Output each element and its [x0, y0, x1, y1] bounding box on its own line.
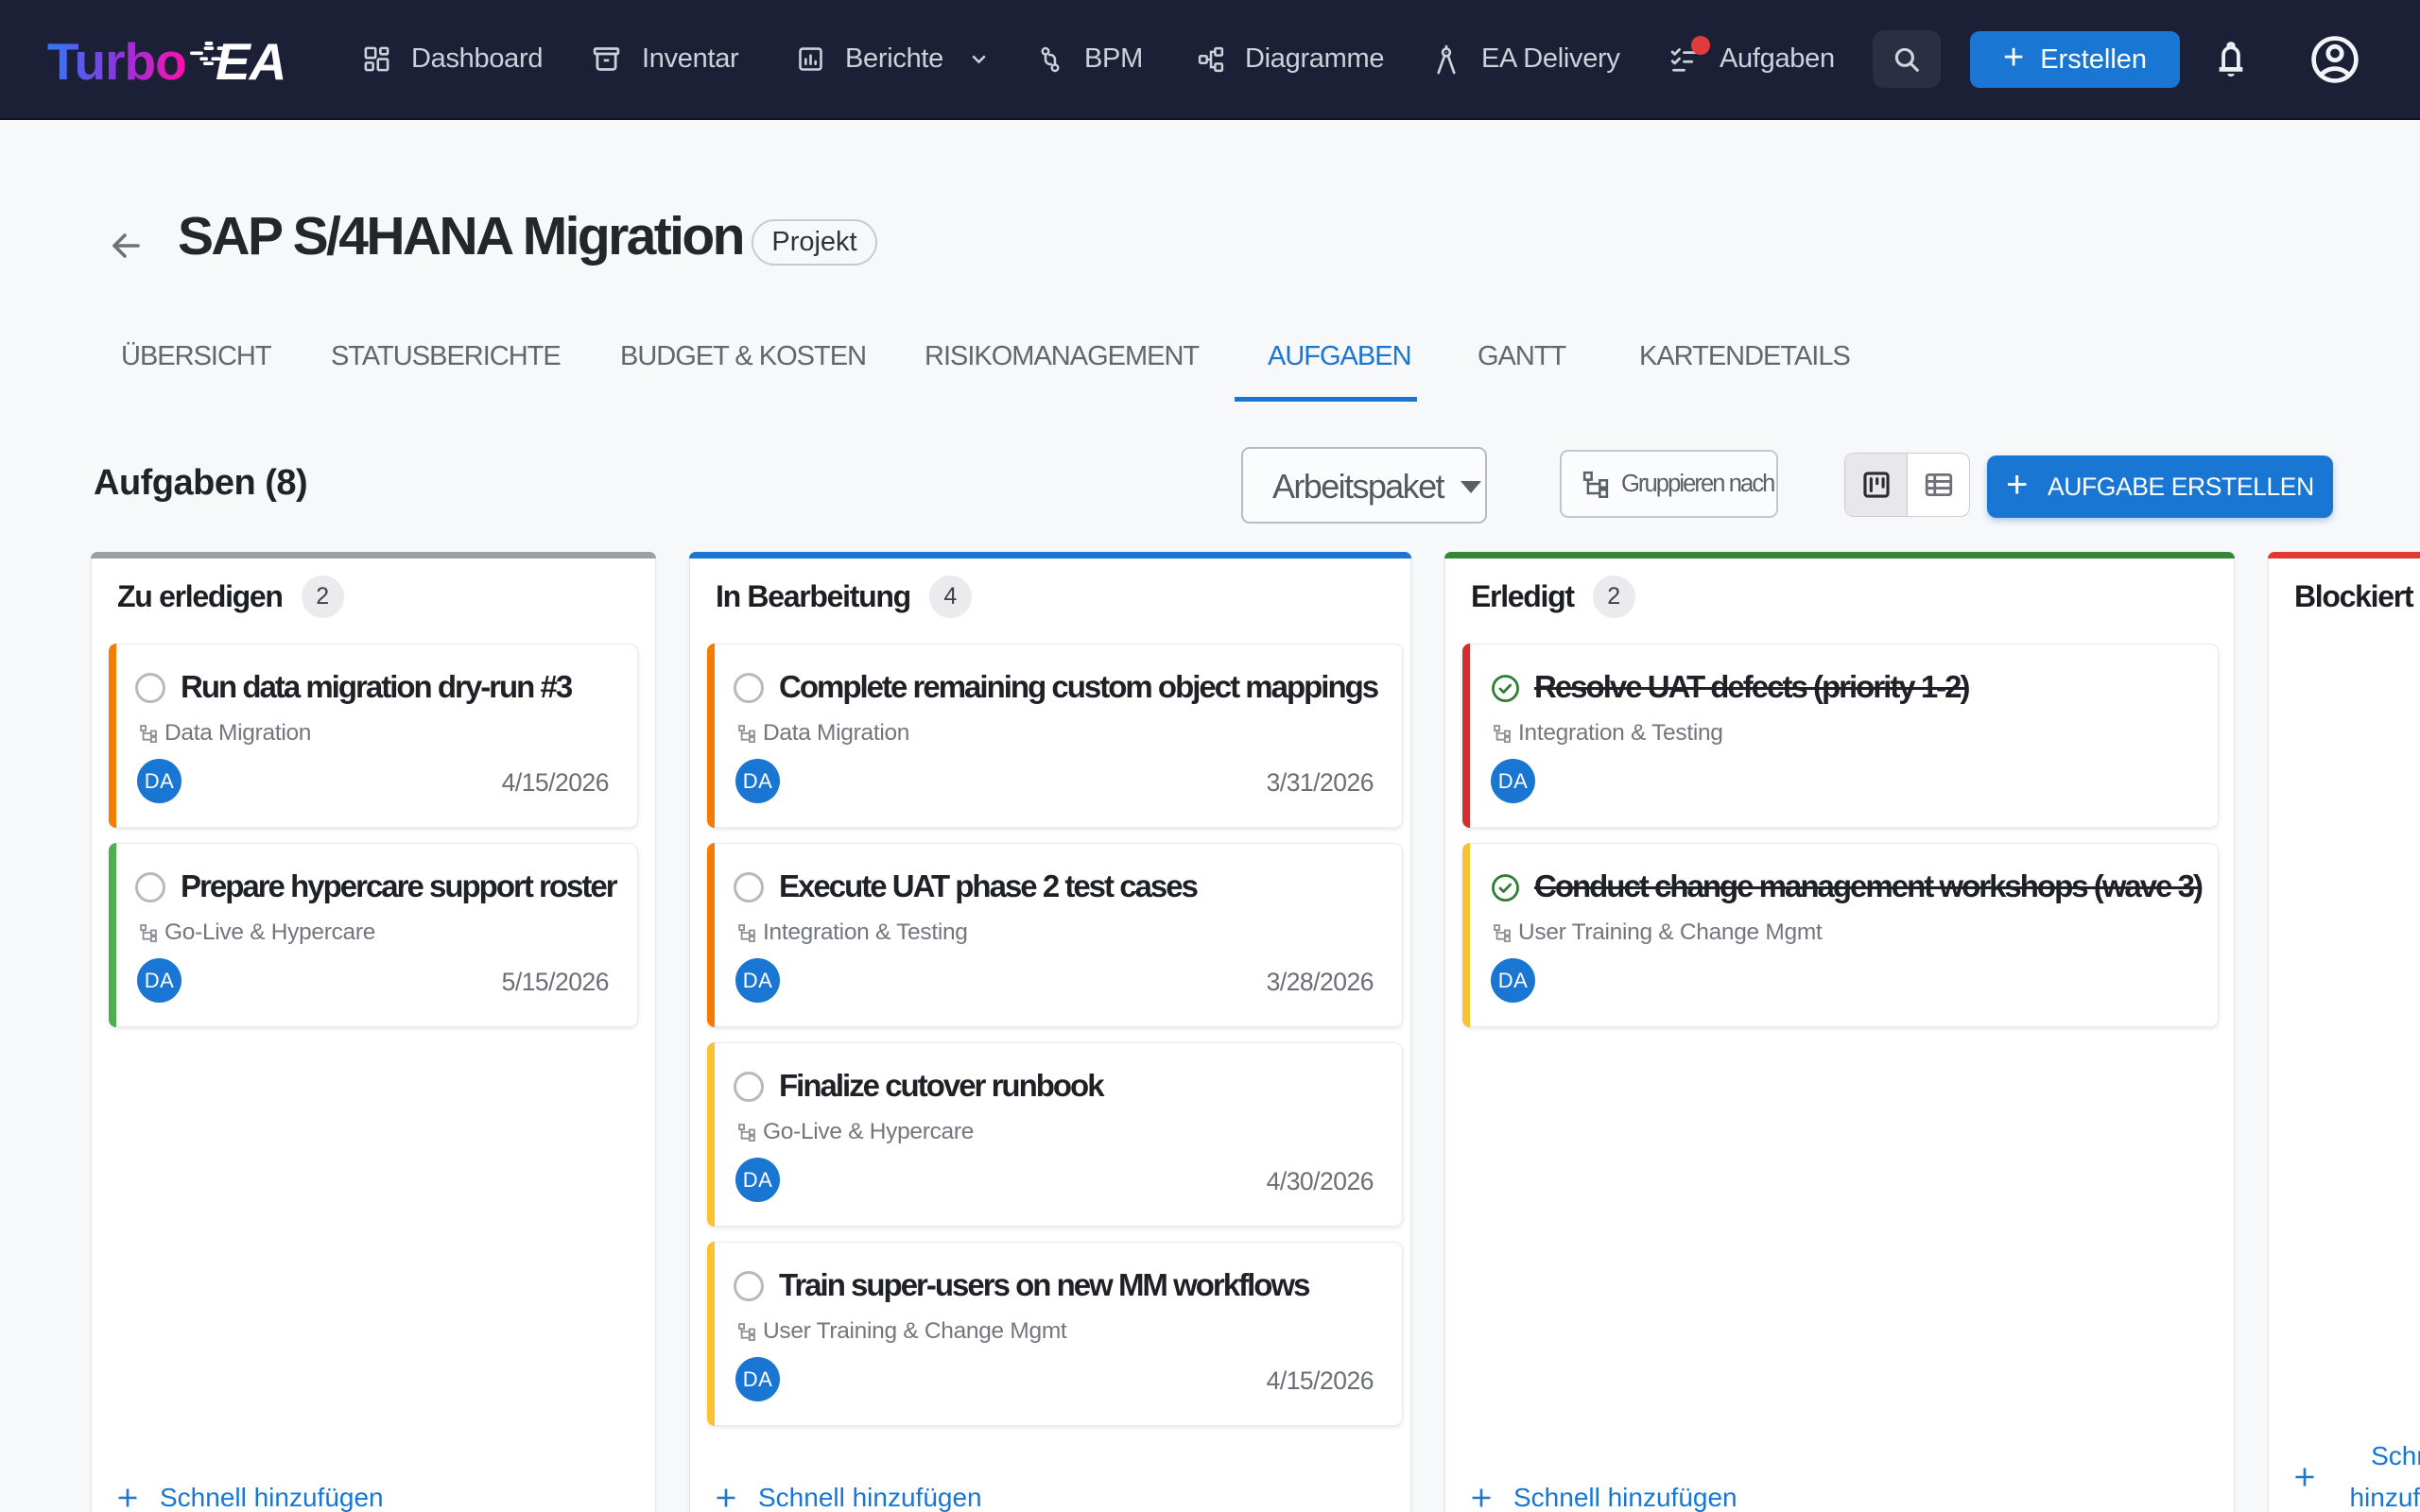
svg-text:EA: EA [216, 36, 285, 91]
svg-text:Turbo: Turbo [47, 36, 186, 91]
